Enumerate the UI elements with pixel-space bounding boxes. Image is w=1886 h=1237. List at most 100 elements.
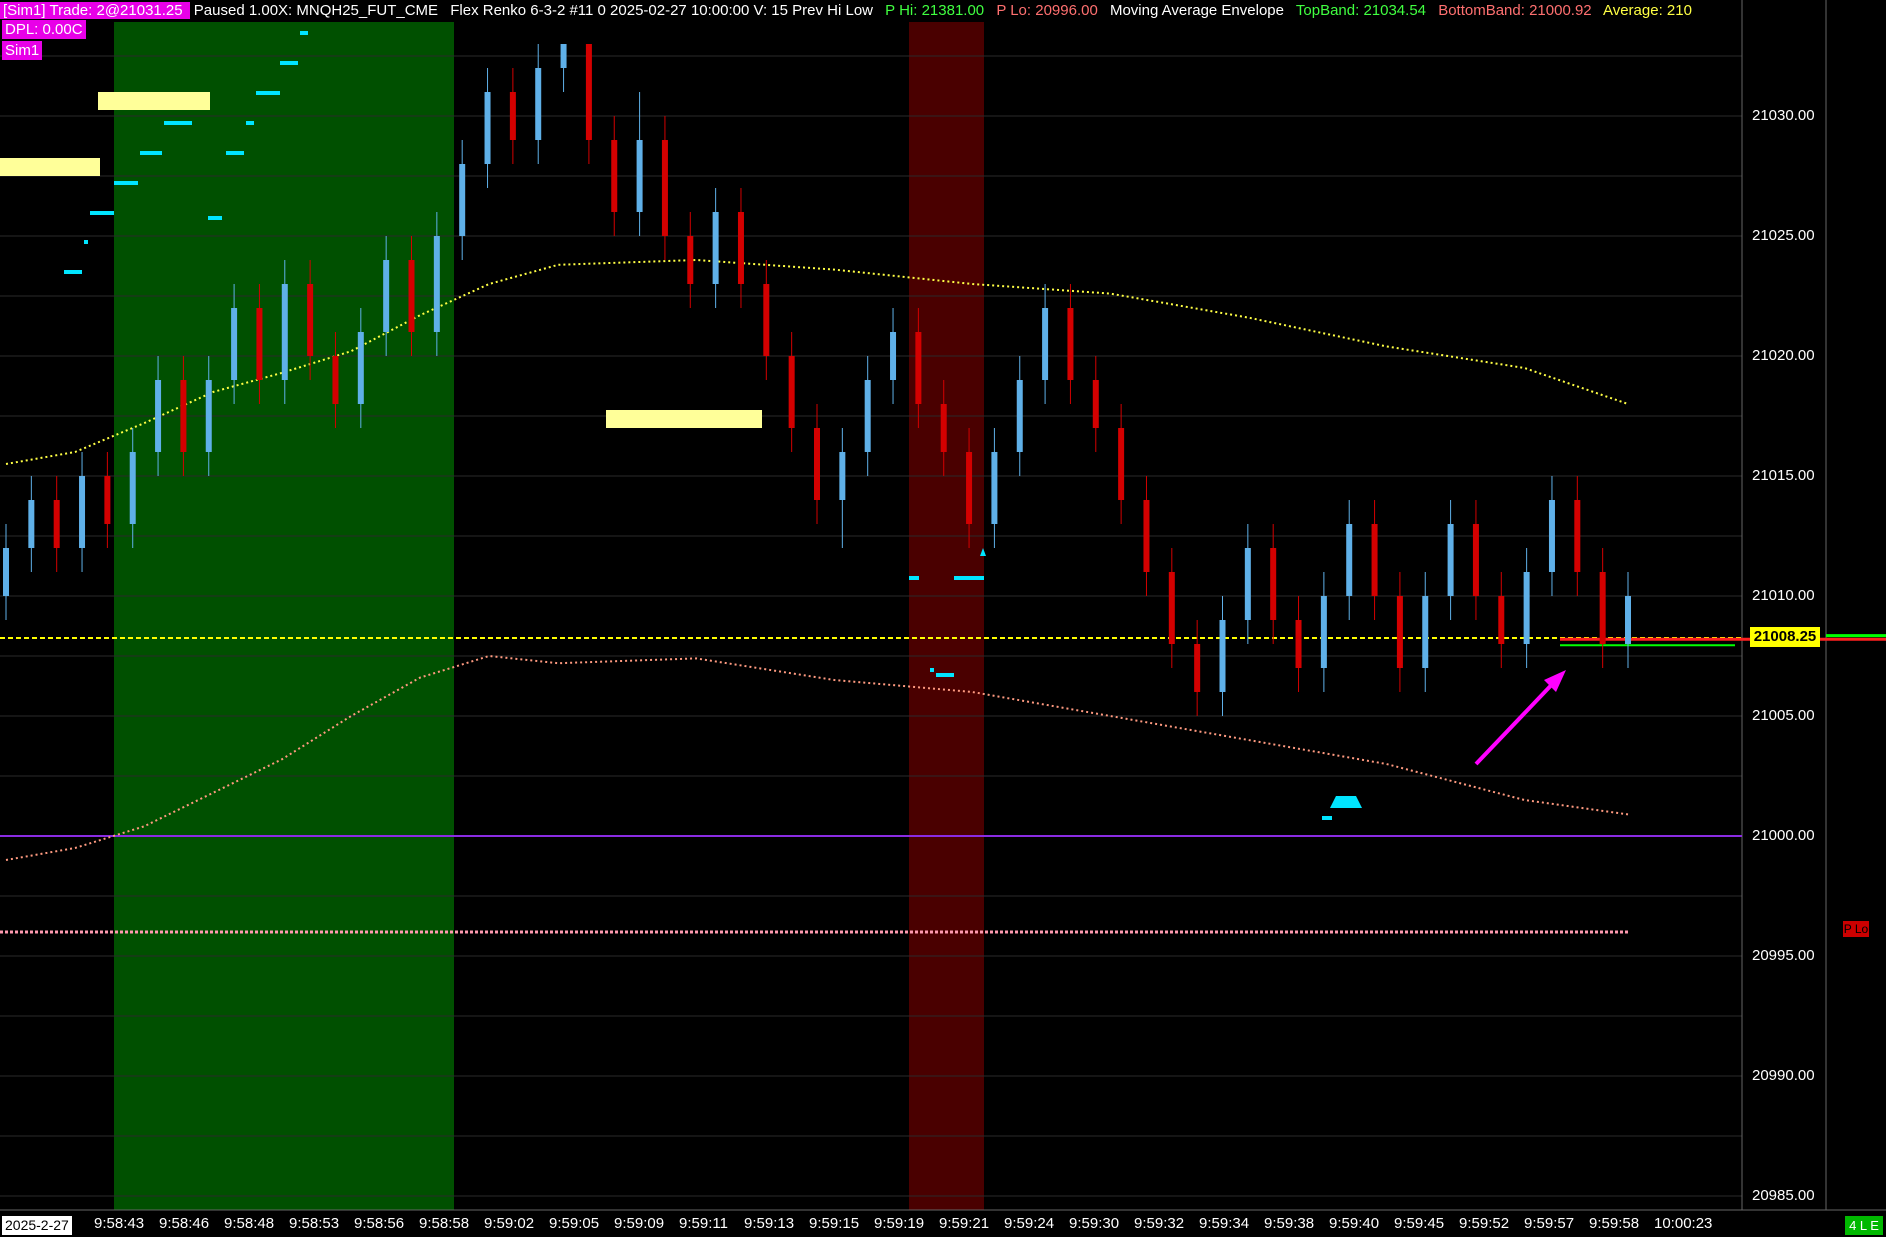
up-triangle-marker [1330,796,1362,808]
candle-up [712,188,719,308]
candle-up [864,356,871,476]
time-label: 9:59:57 [1524,1215,1575,1232]
price-label: 21020.00 [1752,347,1815,364]
time-label: 9:59:52 [1459,1215,1510,1232]
p-lo-tag: P Lo [1843,921,1869,937]
candle-down [1118,404,1125,524]
candle-up [1548,476,1555,596]
candle-up [1042,284,1049,404]
time-label: 9:59:45 [1394,1215,1445,1232]
candle-up [890,308,897,404]
chart-header: [Sim1] Trade: 2@21031.25 Paused 1.00X: MN… [0,0,1886,22]
price-label: 21030.00 [1752,107,1815,124]
candle-down [763,260,770,380]
time-label: 9:58:58 [419,1215,470,1232]
candle-down [1472,500,1479,620]
candle-down [1194,620,1201,716]
candle-down [1067,284,1074,404]
marker [226,151,244,155]
price-label: 20985.00 [1752,1187,1815,1204]
marker [164,121,192,125]
time-label: 9:58:43 [94,1215,145,1232]
time-label: 9:59:09 [614,1215,665,1232]
candle-up [79,452,86,572]
time-label: 9:59:15 [809,1215,860,1232]
chart-info: Flex Renko 6-3-2 #11 0 2025-02-27 10:00:… [450,2,873,19]
signal-block [0,158,100,176]
time-label: 9:58:46 [159,1215,210,1232]
marker [930,668,934,672]
marker [1322,816,1332,820]
candle-up [1016,356,1023,476]
p-lo-value: P Lo: 20996.00 [996,2,1098,19]
time-label: 9:59:40 [1329,1215,1380,1232]
marker [208,216,222,220]
annotation-arrow [1474,670,1566,766]
price-label: 21000.00 [1752,827,1815,844]
counter-badge: 4 L E [1845,1216,1883,1235]
candle-down [788,332,795,452]
candle-down [585,44,592,164]
time-label: 9:59:30 [1069,1215,1120,1232]
candle-down [1599,548,1606,668]
signal-block [606,410,762,428]
time-label: 9:59:38 [1264,1215,1315,1232]
candle-down [687,212,694,308]
average-value: Average: 210 [1602,2,1692,19]
candle-up [991,428,998,548]
candle-up [636,92,643,236]
candle-up [1346,500,1353,620]
candle-up [560,44,567,92]
candle-down [1371,500,1378,620]
time-label: 10:00:23 [1654,1215,1713,1232]
price-label: 21015.00 [1752,467,1815,484]
time-label: 9:59:34 [1199,1215,1250,1232]
marker [246,121,254,125]
candle-up [1244,524,1251,644]
marker [954,576,984,580]
candle-up [1219,596,1226,716]
time-label: 9:59:13 [744,1215,795,1232]
indicator-name: Moving Average Envelope [1109,2,1284,19]
candle-down [104,452,111,548]
price-chart[interactable] [0,0,1886,1237]
p-hi-value: P Hi: 21381.00 [885,2,985,19]
date-label: 2025-2-27 [2,1216,72,1235]
candle-up [1447,500,1454,620]
candle-down [509,68,516,164]
bottom-band-value: BottomBand: 21000.92 [1438,2,1592,19]
time-label: 9:59:32 [1134,1215,1185,1232]
candle-up [1320,572,1327,692]
candle-up [839,428,846,548]
time-label: 9:58:48 [224,1215,275,1232]
green-zone [114,22,454,1210]
candle-up [28,476,35,572]
time-label: 9:59:21 [939,1215,990,1232]
marker [84,240,88,244]
time-label: 9:58:53 [289,1215,340,1232]
marker [256,91,280,95]
candle-down [737,188,744,308]
chart-window[interactable]: [Sim1] Trade: 2@21031.25 Paused 1.00X: MN… [0,0,1886,1237]
candle-down [53,476,60,572]
time-label: 9:59:05 [549,1215,600,1232]
time-label: 9:59:19 [874,1215,925,1232]
marker [90,211,114,215]
price-label: 21025.00 [1752,227,1815,244]
playback-status: Paused 1.00X: MNQH25_FUT_CME [193,2,439,19]
marker [300,31,308,35]
time-label: 9:59:02 [484,1215,535,1232]
marker [140,151,162,155]
candle-up [1523,548,1530,668]
account-trade-badge: [Sim1] Trade: 2@21031.25 [0,2,190,19]
top-band-value: TopBand: 21034.54 [1295,2,1427,19]
candle-down [1143,476,1150,596]
price-label: 21010.00 [1752,587,1815,604]
time-label: 9:59:58 [1589,1215,1640,1232]
candle-down [661,116,668,260]
signal-block [98,92,210,110]
time-label: 9:59:11 [679,1215,728,1232]
candle-down [1498,572,1505,668]
candle-down [1092,356,1099,452]
marker [936,673,954,677]
